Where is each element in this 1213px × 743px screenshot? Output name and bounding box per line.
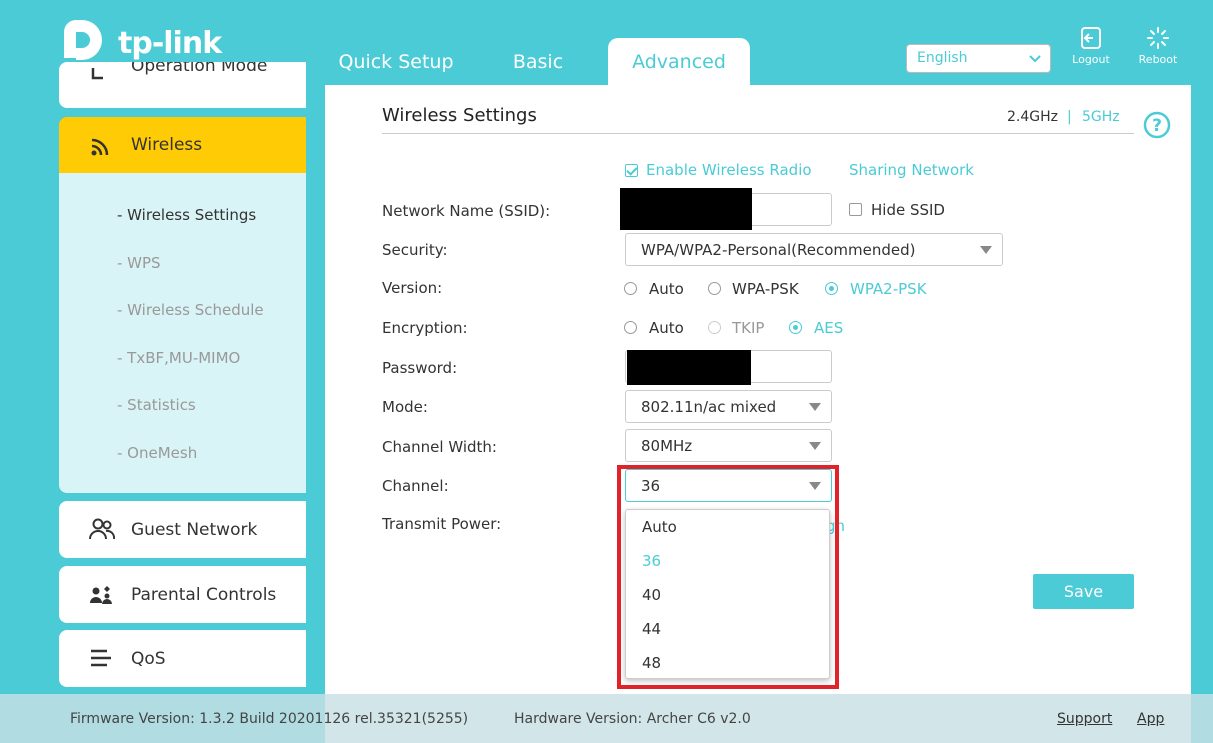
tab-advanced[interactable]: Advanced [608,38,750,86]
security-value: WPA/WPA2-Personal(Recommended) [641,241,916,259]
version-wpa2-psk-label: WPA2-PSK [850,280,927,298]
password-redacted [627,350,751,385]
wifi-icon [91,138,109,156]
version-wpa-psk-label: WPA-PSK [732,280,799,298]
logout-label: Logout [1072,53,1110,66]
channel-width-label: Channel Width: [382,438,497,456]
hide-ssid-label: Hide SSID [871,201,945,219]
encryption-auto-radio[interactable] [624,321,637,334]
mode-value: 802.11n/ac mixed [641,398,777,416]
enable-wireless-radio-label: Enable Wireless Radio [646,161,812,179]
encryption-aes-radio[interactable] [789,321,802,334]
sidebar-item-label: QoS [131,649,166,669]
hide-ssid-checkbox[interactable] [849,203,862,216]
sidebar-subitem-wireless-schedule[interactable]: - Wireless Schedule [117,301,264,319]
parental-controls-icon [90,586,112,604]
encryption-label: Encryption: [382,319,468,337]
channel-label: Channel: [382,477,449,495]
app-link[interactable]: App [1137,711,1164,727]
wireless-submenu: - Wireless Settings - WPS - Wireless Sch… [59,173,306,493]
transmit-power-label: Transmit Power: [382,515,502,533]
security-label: Security: [382,241,448,259]
band-5ghz[interactable]: 5GHz [1082,109,1120,125]
version-label: Version: [382,279,443,297]
sidebar-subitem-wireless-settings[interactable]: - Wireless Settings [117,206,256,224]
highlight-box [617,465,839,689]
title-divider [382,133,1134,134]
sidebar-item-guest-network[interactable]: Guest Network [59,501,306,558]
sharing-network-link[interactable]: Sharing Network [849,161,974,179]
band-2-4ghz[interactable]: 2.4GHz [1007,109,1058,125]
encryption-tkip-label: TKIP [732,319,765,337]
version-wpa-psk-radio[interactable] [708,282,721,295]
sidebar-subitem-txbf-mu-mimo[interactable]: - TxBF,MU-MIMO [117,349,240,367]
tp-link-logo-icon [64,20,102,60]
page-title: Wireless Settings [382,105,537,126]
password-label: Password: [382,359,458,377]
sidebar-subitem-onemesh[interactable]: - OneMesh [117,444,197,462]
dropdown-arrow-icon [980,246,992,254]
dropdown-arrow-icon [809,442,821,450]
sidebar-subitem-wps[interactable]: - WPS [117,254,161,272]
band-separator: | [1067,109,1072,125]
operation-mode-icon [91,68,103,80]
tab-basic[interactable]: Basic [490,38,586,86]
security-select[interactable]: WPA/WPA2-Personal(Recommended) [625,233,1003,266]
support-link[interactable]: Support [1057,711,1112,727]
mode-select[interactable]: 802.11n/ac mixed [625,390,832,423]
ssid-redacted [620,188,752,230]
footer: Firmware Version: 1.3.2 Build 20201126 r… [0,694,1213,743]
tab-quick-setup[interactable]: Quick Setup [330,38,462,86]
svg-text:?: ? [1152,116,1162,136]
chevron-down-icon [1029,55,1041,63]
brand-name: tp-link [118,26,222,61]
encryption-aes-label: AES [814,319,844,337]
mode-label: Mode: [382,398,428,416]
language-value: English [917,50,968,66]
channel-width-select[interactable]: 80MHz [625,429,832,462]
version-wpa2-psk-radio[interactable] [825,282,838,295]
ssid-label: Network Name (SSID): [382,202,551,220]
language-select[interactable]: English [906,44,1051,73]
sidebar-item-label: Operation Mode [131,62,268,76]
qos-icon [91,649,111,667]
logout-button[interactable]: Logout [1061,26,1121,66]
version-auto-label: Auto [649,280,684,298]
firmware-version: Firmware Version: 1.3.2 Build 20201126 r… [70,711,469,727]
sidebar-item-label: Parental Controls [131,585,277,605]
sidebar-item-label: Guest Network [131,520,258,540]
sidebar-subitem-statistics[interactable]: - Statistics [117,396,196,414]
version-auto-radio[interactable] [624,282,637,295]
sidebar-item-parental-controls[interactable]: Parental Controls [59,566,306,623]
sidebar-item-qos[interactable]: QoS [59,630,306,687]
encryption-tkip-radio[interactable] [708,321,721,334]
reboot-icon [1147,27,1169,49]
dropdown-arrow-icon [809,403,821,411]
channel-width-value: 80MHz [641,437,693,455]
help-icon[interactable]: ? [1143,111,1171,139]
hardware-version: Hardware Version: Archer C6 v2.0 [514,711,751,727]
enable-wireless-radio-checkbox[interactable] [625,164,638,177]
guest-users-icon [89,518,115,540]
sidebar-item-label: Wireless [131,135,203,155]
logout-icon [1081,27,1101,49]
sidebar-item-wireless[interactable]: Wireless [59,117,306,173]
save-button[interactable]: Save [1033,574,1134,609]
reboot-label: Reboot [1138,53,1178,66]
encryption-auto-label: Auto [649,319,684,337]
reboot-button[interactable]: Reboot [1128,26,1188,66]
sidebar-item-operation-mode[interactable]: Operation Mode [59,62,306,108]
